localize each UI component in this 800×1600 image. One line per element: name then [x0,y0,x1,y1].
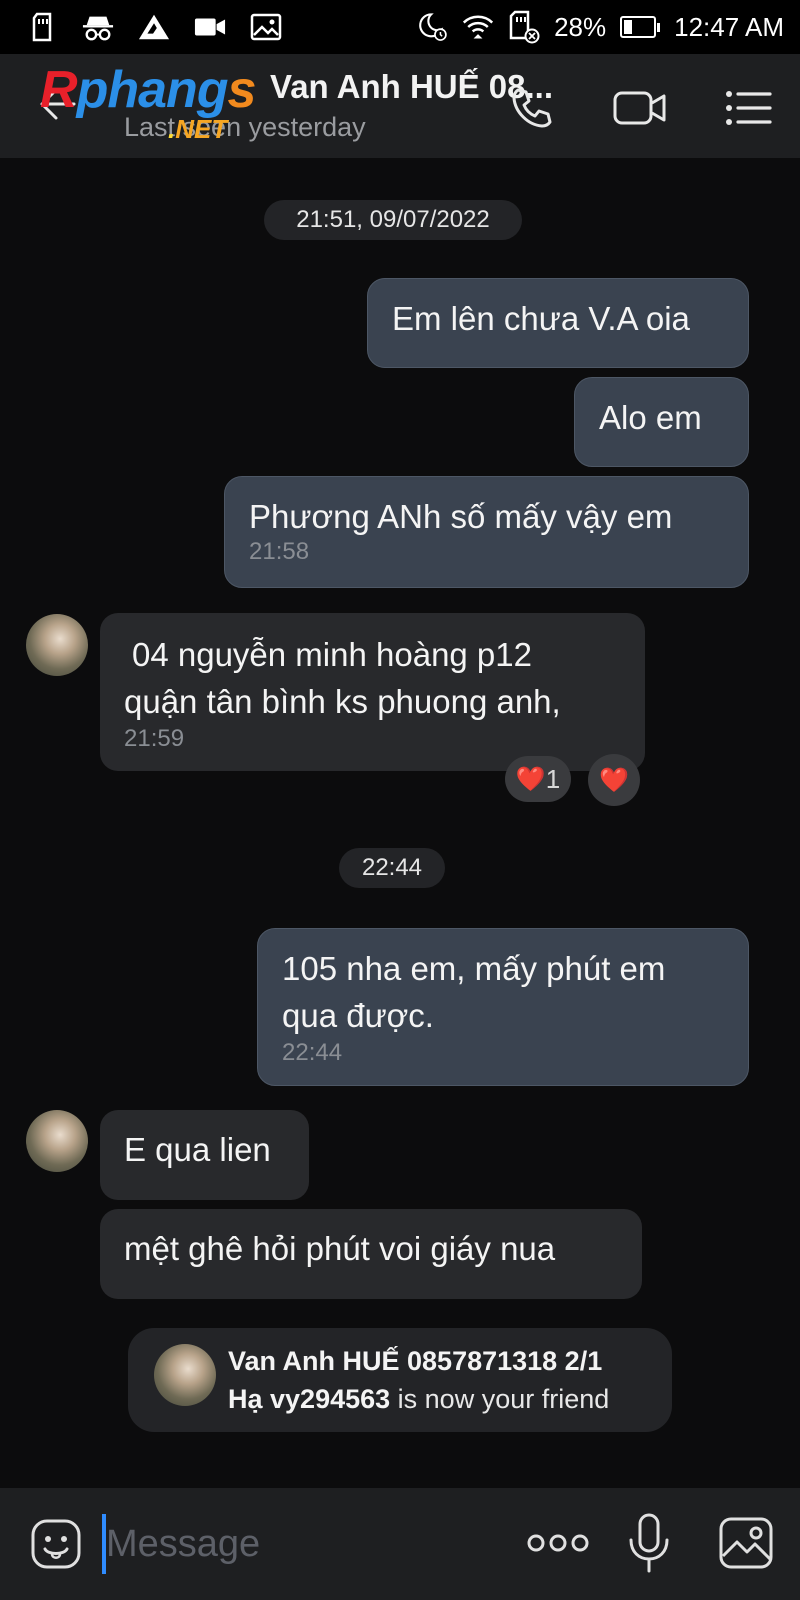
heart-icon: ❤️ [515,765,546,793]
gallery-icon [250,11,282,43]
avatar[interactable] [154,1344,216,1406]
heart-icon: ❤️ [599,766,629,794]
triangle-alert-icon [138,11,170,43]
message-text: 105 nha em, mấy phút em [282,950,666,987]
reaction-count[interactable]: ❤️ 1 [505,756,571,802]
outgoing-message[interactable]: Alo em [574,377,749,467]
phone-icon[interactable] [508,84,556,132]
incoming-message[interactable]: E qua lien [100,1110,309,1200]
notice-suffix: is now your friend [390,1384,610,1414]
video-call-icon[interactable] [612,84,668,132]
input-bar [0,1488,800,1600]
date-divider: 21:51, 09/07/2022 [264,200,522,240]
notice-name-line1: Van Anh HUẾ 0857871318 2/1 [228,1346,603,1376]
reaction-count-number: 1 [545,763,561,794]
message-text: Em lên chưa V.A oia [392,300,690,337]
incoming-message[interactable]: 04 nguyễn minh hoàng p12 quận tân bình k… [100,613,645,771]
battery-icon [620,16,661,38]
chat-header: Van Anh HUẾ 08... Last seen yesterday Rp… [0,54,800,158]
outgoing-message[interactable]: Phương ANh số mấy vậy em 21:58 [224,476,749,588]
message-text: Phương ANh số mấy vậy em [249,498,673,535]
message-text: qua được. [282,997,434,1034]
friend-notice: Van Anh HUẾ 0857871318 2/1 Hạ vy294563 i… [128,1328,672,1432]
image-icon[interactable] [718,1516,774,1570]
status-bar: 28% 12:47 AM [0,0,800,54]
message-list[interactable]: 21:51, 09/07/2022 Em lên chưa V.A oia Al… [0,158,800,1488]
microphone-icon[interactable] [626,1512,672,1574]
message-text: E qua lien [124,1131,271,1168]
incoming-message[interactable]: mệt ghê hỏi phút voi giáy nua [100,1209,642,1299]
sd-card-icon [26,11,58,43]
sd-card-blocked-icon [508,10,540,44]
notice-name-line2: Hạ vy294563 [228,1384,391,1414]
message-text: mệt ghê hỏi phút voi giáy nua [124,1230,556,1267]
react-heart-button[interactable]: ❤️ [588,754,640,806]
more-dots-icon[interactable] [526,1528,590,1558]
message-time: 21:59 [124,725,185,752]
battery-percent: 28% [554,11,607,42]
time-divider: 22:44 [339,848,445,888]
avatar[interactable] [26,614,88,676]
message-text: quận tân bình ks phuong anh, [124,683,561,720]
status-time: 12:47 AM [674,11,784,42]
wifi-icon [462,11,494,43]
message-text: 04 nguyễn minh hoàng p12 [132,636,532,673]
menu-icon[interactable] [724,84,772,132]
outgoing-message[interactable]: 105 nha em, mấy phút em qua được. 22:44 [257,928,749,1086]
message-text: Alo em [599,399,702,436]
friend-notice-text: Van Anh HUẾ 0857871318 2/1 Hạ vy294563 i… [228,1342,609,1418]
message-time: 22:44 [282,1039,343,1066]
moon-alarm-icon [416,11,448,43]
video-camera-icon [194,11,226,43]
message-time: 21:58 [249,538,310,565]
incognito-icon [82,11,114,43]
watermark-logo: Rphangs .NET [40,61,256,144]
emoji-icon[interactable] [30,1518,82,1570]
avatar[interactable] [26,1110,88,1172]
message-input[interactable] [106,1510,486,1578]
outgoing-message[interactable]: Em lên chưa V.A oia [367,278,749,368]
